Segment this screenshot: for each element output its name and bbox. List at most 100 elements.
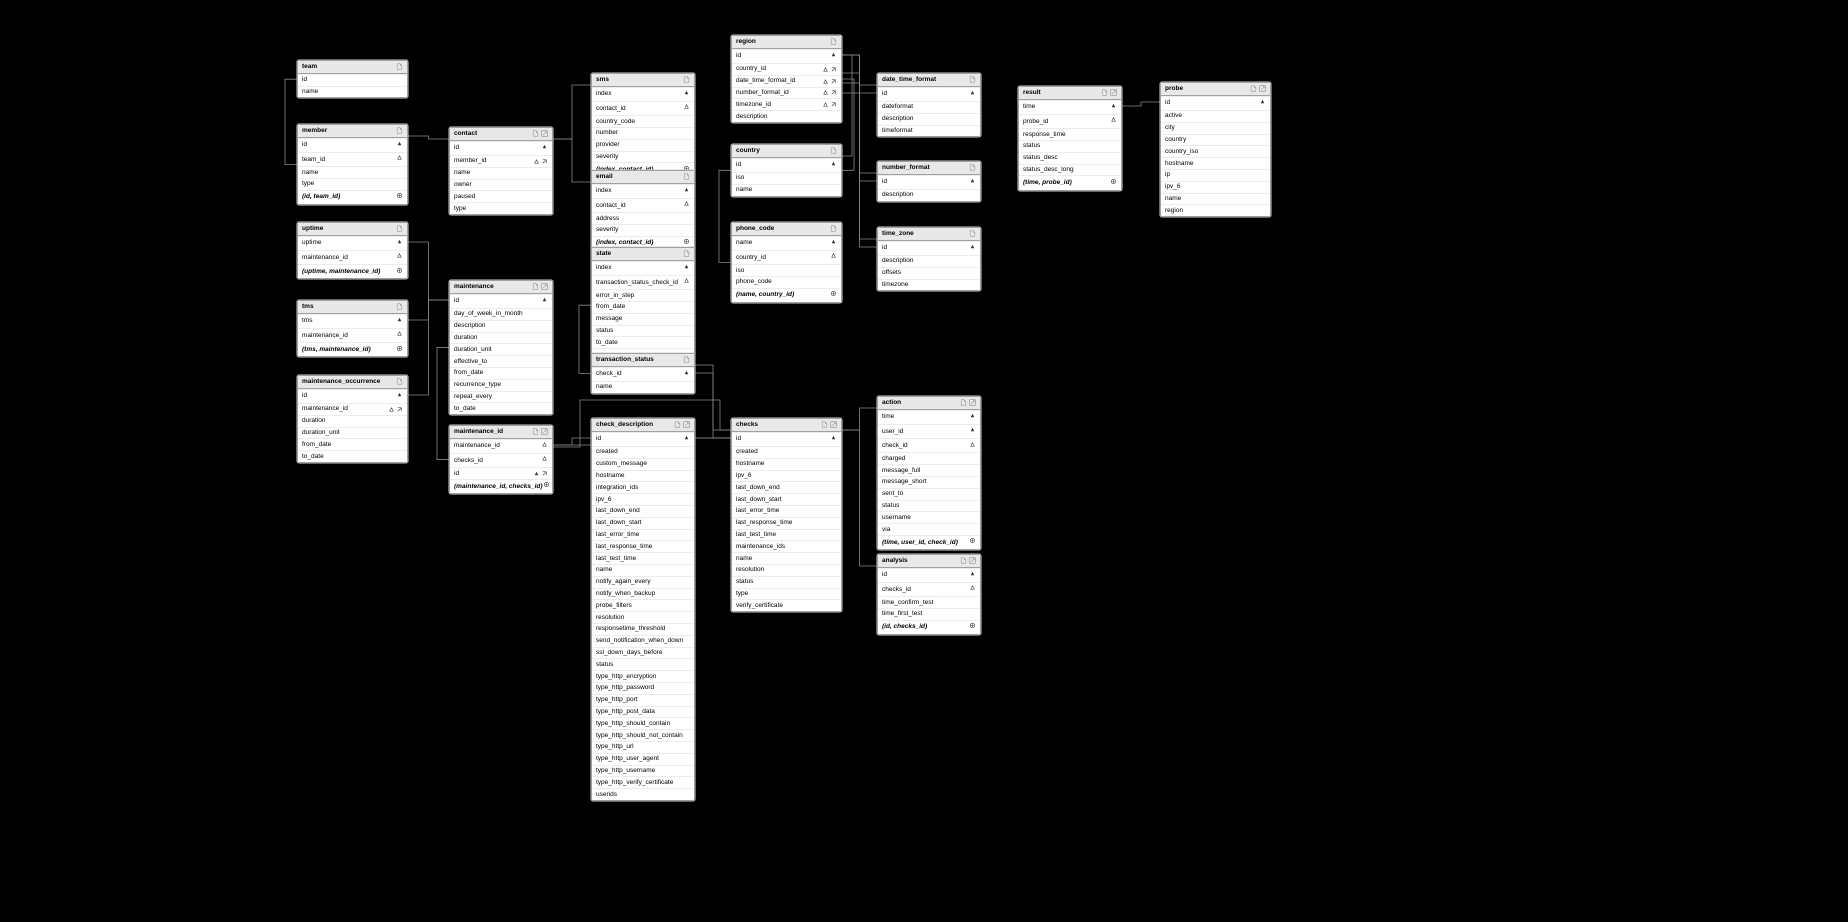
column-row[interactable]: name <box>732 552 841 564</box>
column-row[interactable]: address <box>592 212 694 224</box>
column-row[interactable]: effective_to <box>450 355 552 367</box>
entity-header[interactable]: phone_code <box>732 223 841 236</box>
entity-header[interactable]: region <box>732 36 841 49</box>
entity-header[interactable]: team <box>298 61 407 74</box>
column-row[interactable]: from_date <box>450 367 552 379</box>
column-row[interactable]: dateformat <box>878 101 980 113</box>
column-row[interactable]: username <box>878 511 980 523</box>
column-row[interactable]: description <box>732 110 841 122</box>
column-row[interactable]: verify_certificate <box>732 599 841 611</box>
column-row[interactable]: maintenance_id <box>298 250 407 264</box>
entity-time_zone[interactable]: time_zoneiddescriptionoffsetstimezone <box>877 227 981 291</box>
column-row[interactable]: description <box>450 320 552 332</box>
column-row[interactable]: severity <box>592 224 694 236</box>
column-row[interactable]: name <box>450 167 552 179</box>
column-row[interactable]: id <box>592 432 694 446</box>
column-row[interactable]: last_test_time <box>592 552 694 564</box>
column-row[interactable]: description <box>878 189 980 201</box>
entity-header[interactable]: analysis <box>878 555 980 568</box>
entity-header[interactable]: date_time_format <box>878 74 980 87</box>
column-row[interactable]: maintenance_ids <box>732 540 841 552</box>
entity-header[interactable]: tms <box>298 301 407 314</box>
column-row[interactable]: check_id <box>592 367 694 381</box>
entity-date_time_format[interactable]: date_time_formatiddateformatdescriptiont… <box>877 73 981 137</box>
column-row[interactable]: (uptime, maintenance_id) <box>298 264 407 278</box>
entity-header[interactable]: check_description <box>592 419 694 432</box>
entity-probe[interactable]: probeidactivecitycountrycountry_isohostn… <box>1160 82 1271 217</box>
entity-maintenance_id[interactable]: maintenance_idmaintenance_idchecks_idid(… <box>449 425 553 494</box>
entity-country[interactable]: countryidisoname <box>731 144 842 197</box>
column-row[interactable]: charged <box>878 452 980 464</box>
column-row[interactable]: repeat_every <box>450 391 552 403</box>
column-row[interactable]: description <box>878 113 980 125</box>
entity-contact[interactable]: contactidmember_idnameownerpausedtype <box>449 127 553 215</box>
column-row[interactable]: ipv_6 <box>1161 181 1270 193</box>
entity-action[interactable]: actiontimeuser_idcheck_idchargedmessage_… <box>877 396 981 550</box>
column-row[interactable]: severity <box>592 151 694 163</box>
entity-result[interactable]: resulttimeprobe_idresponse_timestatus sta… <box>1018 86 1122 191</box>
column-row[interactable]: duration <box>298 415 407 427</box>
entity-phone_code[interactable]: phone_codenamecountry_idisophone_code(na… <box>731 222 842 303</box>
column-row[interactable]: id <box>298 74 407 86</box>
column-row[interactable]: id <box>878 568 980 582</box>
column-row[interactable]: duration_unit <box>450 343 552 355</box>
column-row[interactable]: check_id <box>878 438 980 452</box>
column-row[interactable]: from_date <box>592 301 694 313</box>
column-row[interactable]: (tms, maintenance_id) <box>298 342 407 356</box>
column-row[interactable]: (name, country_id) <box>732 288 841 302</box>
entity-email[interactable]: emailindexcontact_idaddressseverity(inde… <box>591 170 695 251</box>
column-row[interactable]: id <box>450 294 552 308</box>
column-row[interactable]: message_short <box>878 476 980 488</box>
entity-member[interactable]: memberidteam_idnametype(id, team_id) <box>297 124 408 205</box>
entity-checks[interactable]: checksidcreatedhostnameipv_6last_down_en… <box>731 418 842 612</box>
column-row[interactable]: to_date <box>450 402 552 414</box>
column-row[interactable]: type_http_post_data <box>592 706 694 718</box>
column-row[interactable]: country_id <box>732 250 841 264</box>
column-row[interactable]: status <box>1019 140 1121 152</box>
column-row[interactable]: custom_message <box>592 458 694 470</box>
column-row[interactable]: type <box>298 178 407 190</box>
column-row[interactable]: hostname <box>592 470 694 482</box>
column-row[interactable]: duration <box>450 332 552 344</box>
column-row[interactable]: name <box>1161 193 1270 205</box>
column-row[interactable]: probe_id <box>1019 114 1121 128</box>
entity-header[interactable]: state <box>592 248 694 261</box>
column-row[interactable]: time <box>1019 100 1121 114</box>
entity-header[interactable]: checks <box>732 419 841 432</box>
column-row[interactable]: name <box>298 166 407 178</box>
column-row[interactable]: hostname <box>1161 157 1270 169</box>
entity-number_format[interactable]: number_formatiddescription <box>877 161 981 202</box>
column-row[interactable]: last_test_time <box>732 529 841 541</box>
column-row[interactable]: country_code <box>592 115 694 127</box>
column-row[interactable]: paused <box>450 190 552 202</box>
column-row[interactable]: type_http_verify_certificate <box>592 776 694 788</box>
column-row[interactable]: resolution <box>732 564 841 576</box>
column-row[interactable]: tms <box>298 314 407 328</box>
column-row[interactable]: iso <box>732 264 841 276</box>
column-row[interactable]: (time, user_id, check_id) <box>878 535 980 549</box>
entity-sms[interactable]: smsindexcontact_idcountry_codenumberprov… <box>591 73 695 178</box>
entity-header[interactable]: result <box>1019 87 1121 100</box>
column-row[interactable]: integration_ids <box>592 481 694 493</box>
column-row[interactable]: name <box>298 86 407 98</box>
entity-maintenance_occurrence[interactable]: maintenance_occurrenceidmaintenance_iddu… <box>297 375 408 463</box>
column-row[interactable]: status <box>732 576 841 588</box>
column-row[interactable]: time <box>878 410 980 424</box>
column-row[interactable]: name <box>592 381 694 393</box>
column-row[interactable]: timezone <box>878 279 980 291</box>
column-row[interactable]: status <box>592 658 694 670</box>
column-row[interactable]: (time, probe_id) <box>1019 175 1121 189</box>
column-row[interactable]: number <box>592 127 694 139</box>
column-row[interactable]: status <box>878 500 980 512</box>
entity-region[interactable]: regionidcountry_iddate_time_format_idnum… <box>731 35 842 123</box>
column-row[interactable]: city <box>1161 122 1270 134</box>
column-row[interactable]: response_time <box>1019 128 1121 140</box>
entity-uptime[interactable]: uptimeuptimemaintenance_id(uptime, maint… <box>297 222 408 279</box>
column-row[interactable]: index <box>592 184 694 198</box>
entity-header[interactable]: uptime <box>298 223 407 236</box>
entity-header[interactable]: contact <box>450 128 552 141</box>
column-row[interactable]: member_id <box>450 155 552 167</box>
column-row[interactable]: status_desc_long <box>1019 164 1121 176</box>
entity-header[interactable]: time_zone <box>878 228 980 241</box>
column-row[interactable]: provider <box>592 139 694 151</box>
